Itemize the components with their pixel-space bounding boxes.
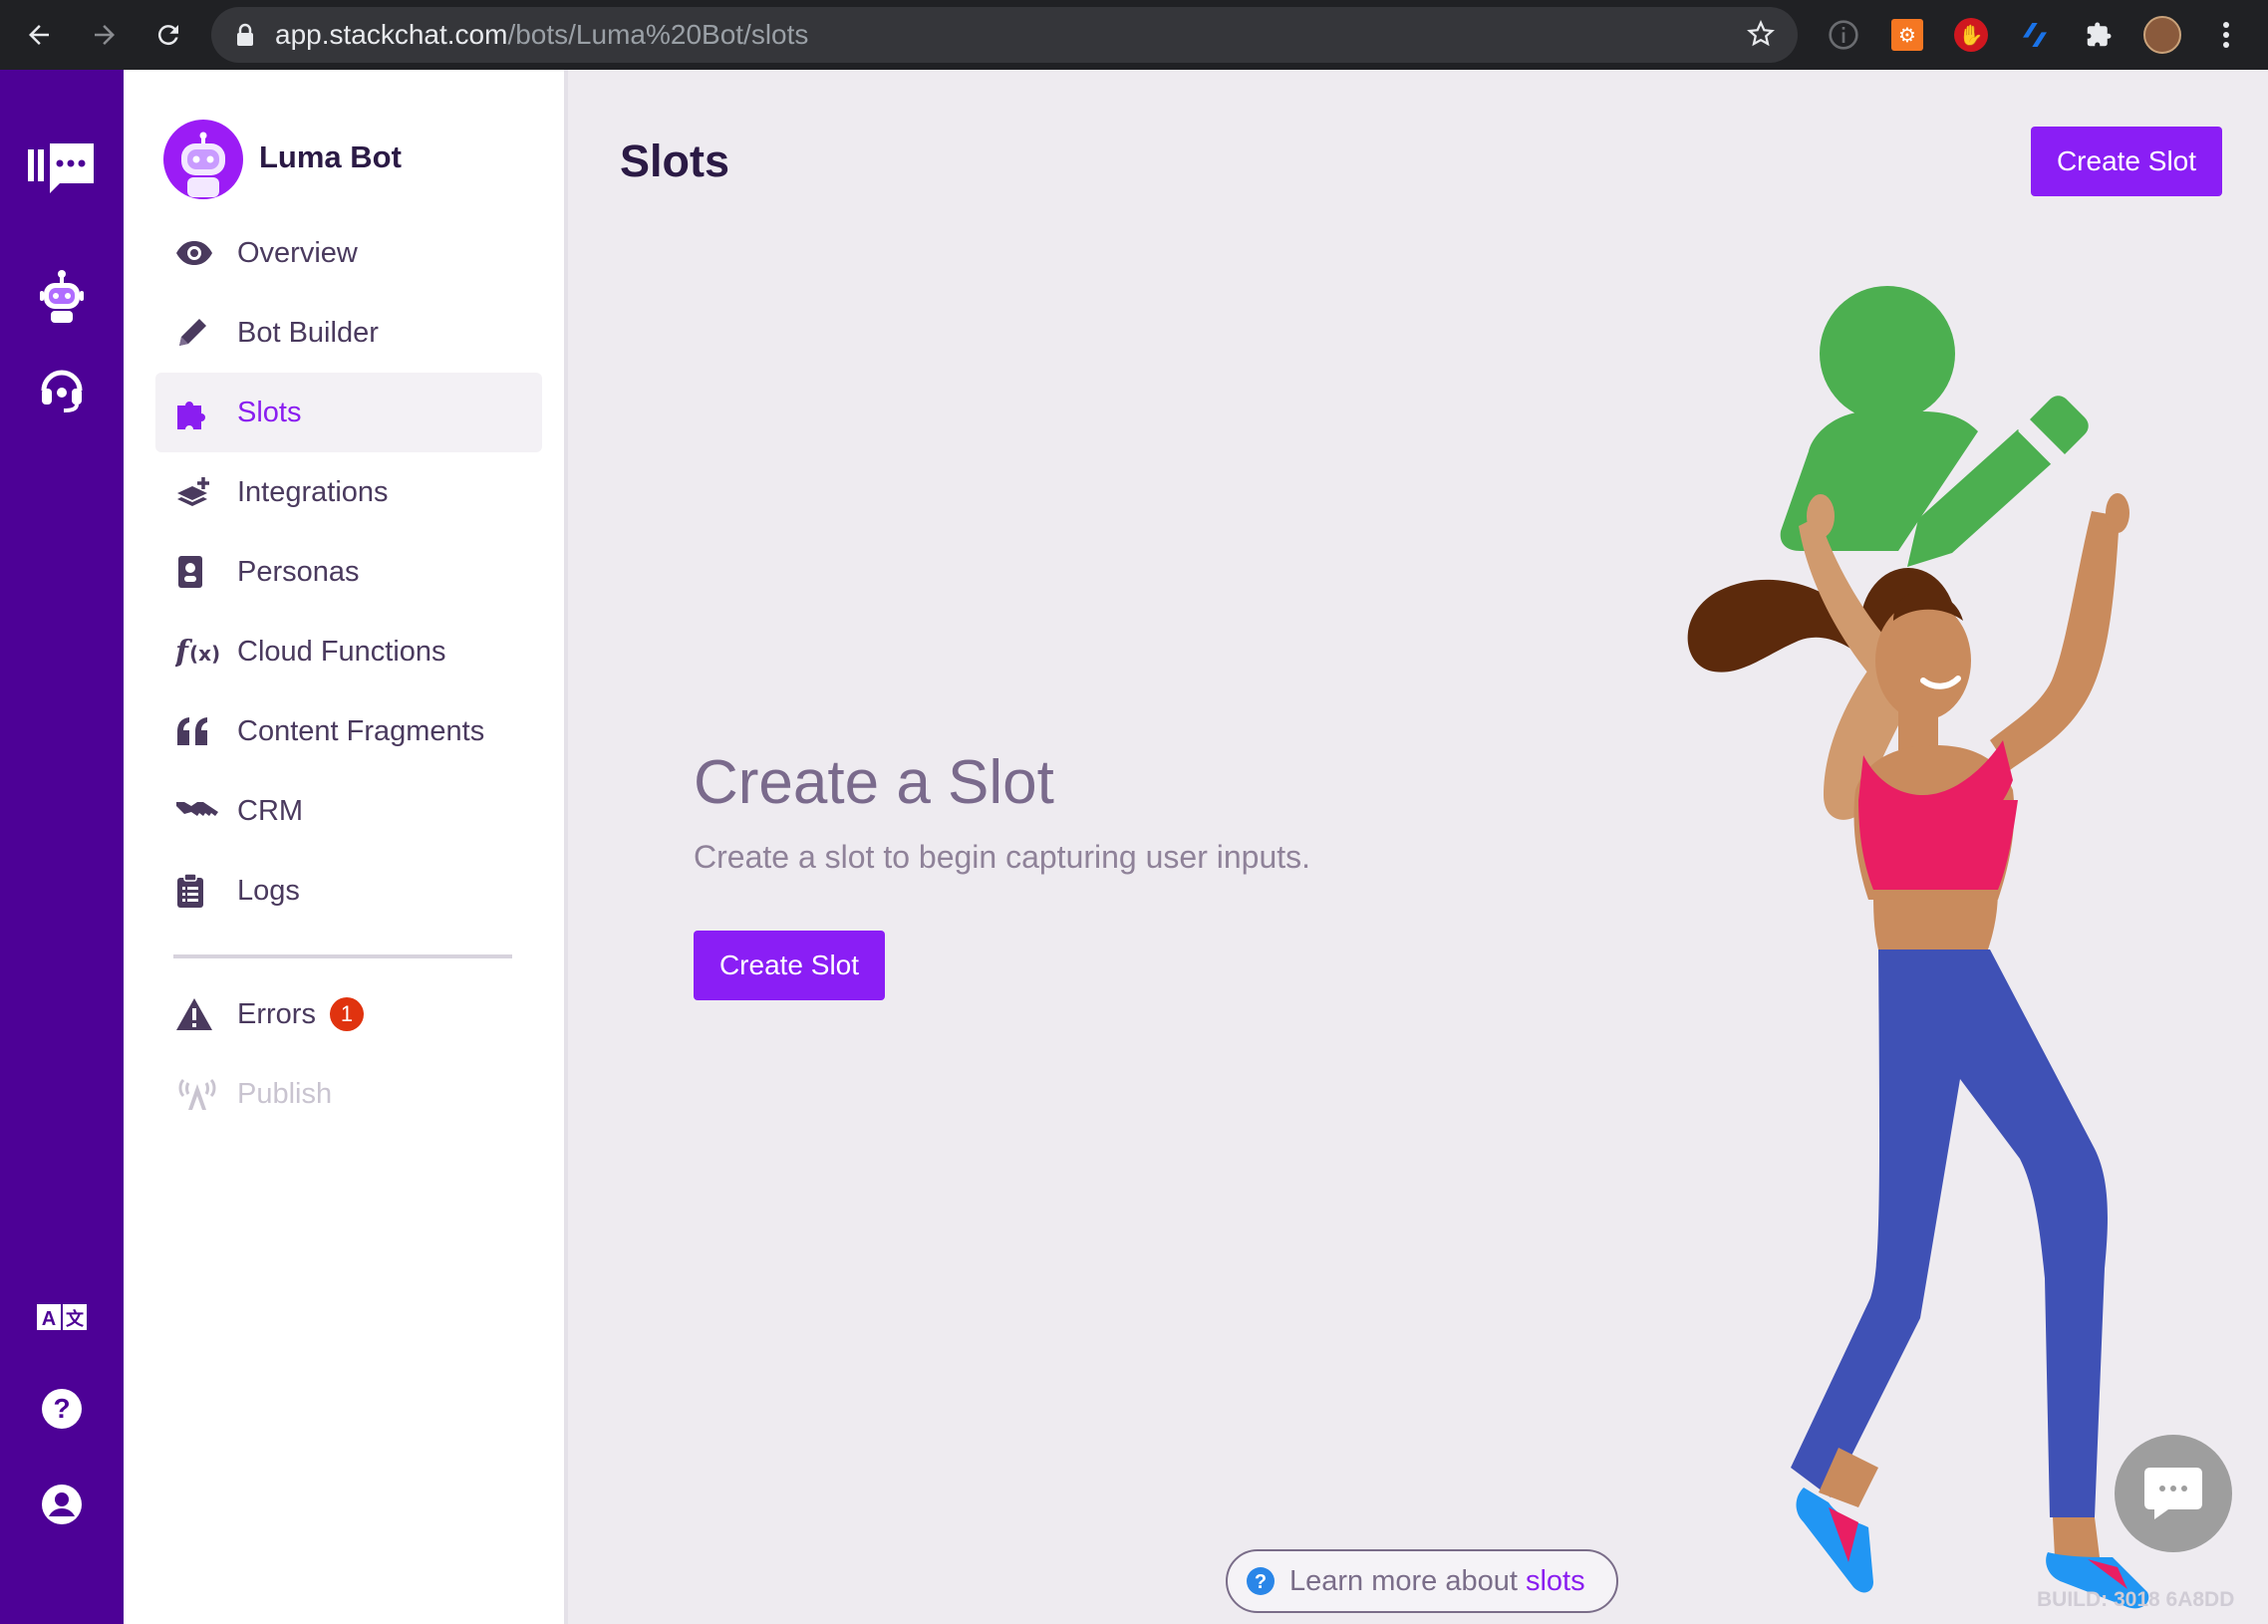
url-text: app.stackchat.com/bots/Luma%20Bot/slots bbox=[275, 19, 809, 50]
clipboard-list-icon bbox=[175, 873, 237, 909]
sidebar-item-label: Personas bbox=[237, 555, 360, 588]
woman-holding-user-icon-illustration bbox=[1687, 286, 2149, 1609]
address-bar[interactable]: app.stackchat.com/bots/Luma%20Bot/slots bbox=[211, 7, 1798, 63]
sidebar-item-label: Errors bbox=[237, 997, 316, 1030]
browser-menu-icon[interactable] bbox=[2206, 15, 2246, 55]
sidebar-item-content-fragments[interactable]: Content Fragments bbox=[155, 691, 542, 771]
slots-docs-link[interactable]: slots bbox=[1526, 1565, 1585, 1597]
help-circle-icon: ? bbox=[1247, 1567, 1275, 1595]
handshake-icon bbox=[175, 796, 237, 826]
sidebar-item-integrations[interactable]: Integrations bbox=[155, 452, 542, 532]
bot-name: Luma Bot bbox=[259, 139, 402, 174]
empty-state-heading: Create a Slot bbox=[694, 748, 1054, 817]
sidebar-item-logs[interactable]: Logs bbox=[155, 851, 542, 931]
learn-more-link[interactable]: ? Learn more about slots bbox=[1226, 1549, 1618, 1613]
puzzle-icon bbox=[175, 396, 237, 429]
sidebar-item-bot-builder[interactable]: Bot Builder bbox=[155, 293, 542, 373]
help-icon[interactable]: ? bbox=[0, 1387, 124, 1431]
sidebar-item-label: Overview bbox=[237, 236, 358, 269]
warning-icon bbox=[175, 997, 237, 1031]
headset-icon[interactable] bbox=[0, 365, 124, 412]
broadcast-icon bbox=[175, 1076, 237, 1112]
svg-text:A: A bbox=[42, 1308, 56, 1330]
reload-icon bbox=[157, 25, 178, 46]
sidebar-item-label: Cloud Functions bbox=[237, 635, 446, 668]
main-content: Slots Create Slot Create a Slot Create a… bbox=[568, 70, 2268, 1624]
browser-toolbar: app.stackchat.com/bots/Luma%20Bot/slots … bbox=[0, 0, 2268, 70]
arrow-left-icon bbox=[29, 25, 49, 45]
puzzle-extensions-icon[interactable] bbox=[2079, 15, 2119, 55]
profile-avatar-icon[interactable] bbox=[2142, 15, 2182, 55]
app-rail: A文 ? bbox=[0, 70, 124, 1624]
pencil-icon bbox=[175, 316, 237, 350]
sidebar-item-errors[interactable]: Errors 1 bbox=[155, 974, 542, 1054]
sidebar-item-label: Slots bbox=[237, 396, 302, 428]
account-icon[interactable] bbox=[0, 1483, 124, 1526]
learn-more-text: Learn more about slots bbox=[1289, 1564, 1585, 1597]
reload-button[interactable] bbox=[136, 0, 201, 70]
id-badge-icon bbox=[175, 554, 237, 590]
empty-state-create-slot-button[interactable]: Create Slot bbox=[694, 931, 885, 1000]
sidebar-divider bbox=[173, 954, 512, 958]
chat-widget-button[interactable] bbox=[2115, 1435, 2232, 1552]
bot-avatar bbox=[163, 120, 243, 199]
sidebar-item-personas[interactable]: Personas bbox=[155, 532, 542, 612]
robot-icon[interactable] bbox=[0, 269, 124, 325]
errors-count-badge: 1 bbox=[329, 997, 364, 1031]
create-slot-button[interactable]: Create Slot bbox=[2031, 127, 2222, 196]
svg-text:(x): (x) bbox=[189, 642, 220, 666]
arrow-right-icon bbox=[95, 25, 115, 45]
stackchat-logo-icon[interactable] bbox=[0, 139, 124, 195]
svg-text:?: ? bbox=[1255, 1571, 1267, 1593]
sidebar-item-crm[interactable]: CRM bbox=[155, 771, 542, 851]
sidebar-item-label: Content Fragments bbox=[237, 714, 485, 747]
forward-button[interactable] bbox=[72, 0, 138, 70]
page-title: Slots bbox=[620, 135, 730, 186]
translate-icon[interactable]: A文 bbox=[0, 1301, 124, 1333]
build-version: BUILD: 3018 6A8DD bbox=[2037, 1588, 2235, 1611]
bot-sidebar: Luma Bot Overview Bot Builder Slots Inte… bbox=[124, 70, 568, 1624]
sidebar-menu: Overview Bot Builder Slots Integrations … bbox=[155, 213, 542, 1134]
empty-state-subtext: Create a slot to begin capturing user in… bbox=[694, 839, 1311, 875]
back-button[interactable] bbox=[6, 0, 72, 70]
devtools-extension-icon[interactable] bbox=[2015, 15, 2055, 55]
sidebar-item-label: Bot Builder bbox=[237, 316, 379, 349]
svg-text:文: 文 bbox=[66, 1308, 85, 1330]
sidebar-item-label: CRM bbox=[237, 794, 304, 827]
quote-icon bbox=[175, 715, 237, 747]
adblock-extension-icon[interactable]: ✋ bbox=[1951, 15, 1991, 55]
hubspot-extension-icon[interactable]: ⚙ bbox=[1887, 15, 1927, 55]
sidebar-item-publish[interactable]: Publish bbox=[155, 1054, 542, 1134]
eye-icon bbox=[175, 240, 237, 266]
layers-plus-icon bbox=[175, 475, 237, 509]
sidebar-item-label: Publish bbox=[237, 1077, 333, 1110]
lock-icon bbox=[237, 23, 253, 46]
sidebar-item-overview[interactable]: Overview bbox=[155, 213, 542, 293]
svg-text:?: ? bbox=[53, 1393, 70, 1424]
function-icon: f (x) bbox=[175, 634, 237, 670]
sidebar-item-cloud-functions[interactable]: f (x) Cloud Functions bbox=[155, 612, 542, 691]
sidebar-item-slots[interactable]: Slots bbox=[155, 373, 542, 452]
info-extension-icon[interactable] bbox=[1824, 15, 1863, 55]
chat-bubble-icon bbox=[2144, 1468, 2202, 1519]
sidebar-item-label: Logs bbox=[237, 874, 300, 907]
sidebar-item-label: Integrations bbox=[237, 475, 389, 508]
bookmark-star-icon[interactable] bbox=[1746, 19, 1776, 49]
